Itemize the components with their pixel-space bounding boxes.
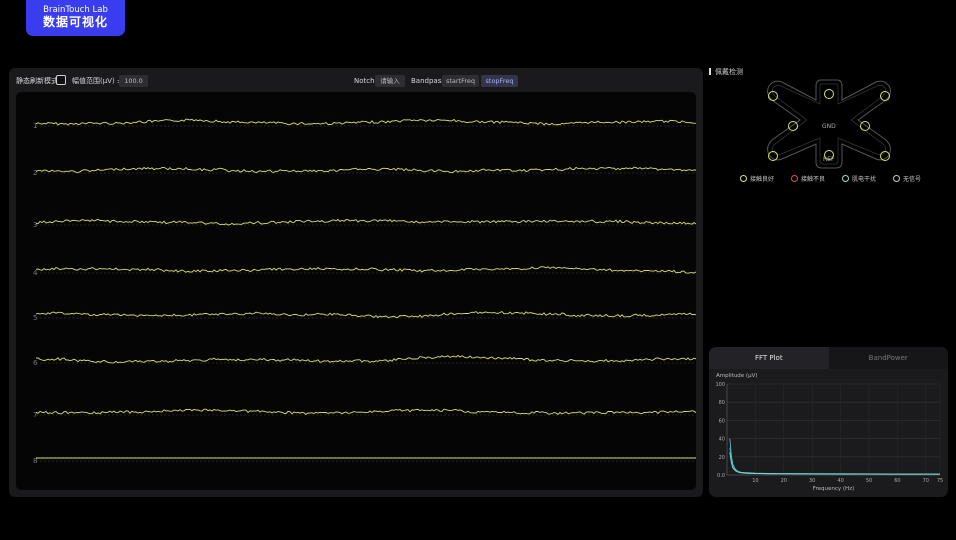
channel-trace [35,166,696,174]
channel-trace [35,310,696,319]
channel-label: 4 [33,269,38,277]
wear-detection-label: 佩戴检测 [715,68,743,76]
fft-xtick-label: 70 [923,478,929,484]
channel-trace [35,408,696,415]
legend-emg: 肌电干扰 [842,175,876,184]
bandpass-label: Bandpass [411,77,445,85]
legend-good-dot [740,175,747,182]
fft-ytick-label: 40 [719,437,725,443]
channel-trace [35,218,696,226]
fft-ytick-label: 0.0 [717,473,725,479]
electrode-indicator [824,89,834,99]
static-mode-checkbox[interactable] [56,75,66,85]
fft-xlabel: Frequency (Hz) [813,486,854,492]
fft-xtick-label: 60 [894,478,900,484]
start-freq-input[interactable]: startFreq [442,75,479,87]
channel-trace [35,354,696,364]
title-accent-bar [709,68,711,75]
fft-series-line [729,447,940,475]
ref-label: REF [823,156,835,163]
legend-poor: 接触不良 [791,175,825,184]
fft-ytick-label: 80 [719,400,725,406]
eeg-waveform-chart: 12345678 [33,118,696,465]
channel-trace [35,266,696,274]
wear-detection-title: 佩戴检测 [709,67,743,77]
brand-subtitle: 数据可视化 [42,15,108,29]
fft-xtick-label: 40 [837,478,843,484]
fft-xtick-label: 50 [866,478,872,484]
gnd-label: GND [822,123,836,130]
electrode-indicator [768,91,778,101]
fft-series-line [729,452,940,475]
fft-chart: Amplitude (μV) 0.0 20 40 60 80 100 10 20 30 40 50 60… [715,373,943,492]
fft-ylabel: Amplitude (μV) [716,373,758,379]
electrode-indicator [880,91,890,101]
legend-emg-dot [842,175,849,182]
electrode-indicator [860,121,870,131]
fft-xtick-label: 10 [752,478,758,484]
eeg-toolbar: 静态刷新模式 幅值范围(μV) ± 100.0 Notch 请输入 Bandpa… [9,68,703,90]
fft-series-line [729,438,941,475]
fft-panel: FFT Plot BandPower Amplitude (μV) 0.0 20 40… [709,347,948,497]
legend-emg-label: 肌电干扰 [852,176,877,183]
electrode-indicator [880,151,890,161]
tab-bandpower[interactable]: BandPower [828,347,948,369]
electrode-indicator [788,121,798,131]
fft-xtick-label: 30 [809,478,815,484]
fft-ytick-label: 100 [715,382,725,388]
channel-label: 3 [33,221,37,229]
legend-none-dot [893,175,900,182]
notch-label: Notch [354,77,375,85]
legend-poor-dot [791,175,798,182]
tab-fft-plot[interactable]: FFT Plot [709,347,829,369]
notch-input[interactable]: 请输入 [375,75,405,87]
channel-label: 2 [33,169,37,177]
amplitude-label: 幅值范围(μV) ± [72,77,123,85]
static-mode-label: 静态刷新模式 [16,77,58,85]
legend-poor-label: 接触不良 [801,176,826,183]
legend-good-label: 接触良好 [750,176,775,183]
amplitude-input[interactable]: 100.0 [119,75,148,87]
electrode-indicator [768,151,778,161]
legend-good: 接触良好 [740,175,774,184]
eeg-plot-area: 12345678 [16,92,696,490]
brand-name: BrainTouch Lab [43,5,108,15]
legend-none: 无信号 [893,175,921,184]
channel-label: 6 [33,359,38,367]
fft-ytick-label: 20 [719,455,725,461]
legend-none-label: 无信号 [903,176,922,183]
fft-ytick-label: 60 [719,418,725,424]
channel-label: 5 [33,314,37,322]
eeg-panel: 静态刷新模式 幅值范围(μV) ± 100.0 Notch 请输入 Bandpa… [9,68,703,497]
fft-xtick-label: 20 [781,478,787,484]
channel-trace [35,118,696,126]
fft-tabs: FFT Plot BandPower [709,347,948,369]
fft-xtick-label: 75 [937,478,943,484]
stop-freq-input[interactable]: stopFreq [481,75,518,87]
brand-badge: BrainTouch Lab 数据可视化 [26,0,125,36]
